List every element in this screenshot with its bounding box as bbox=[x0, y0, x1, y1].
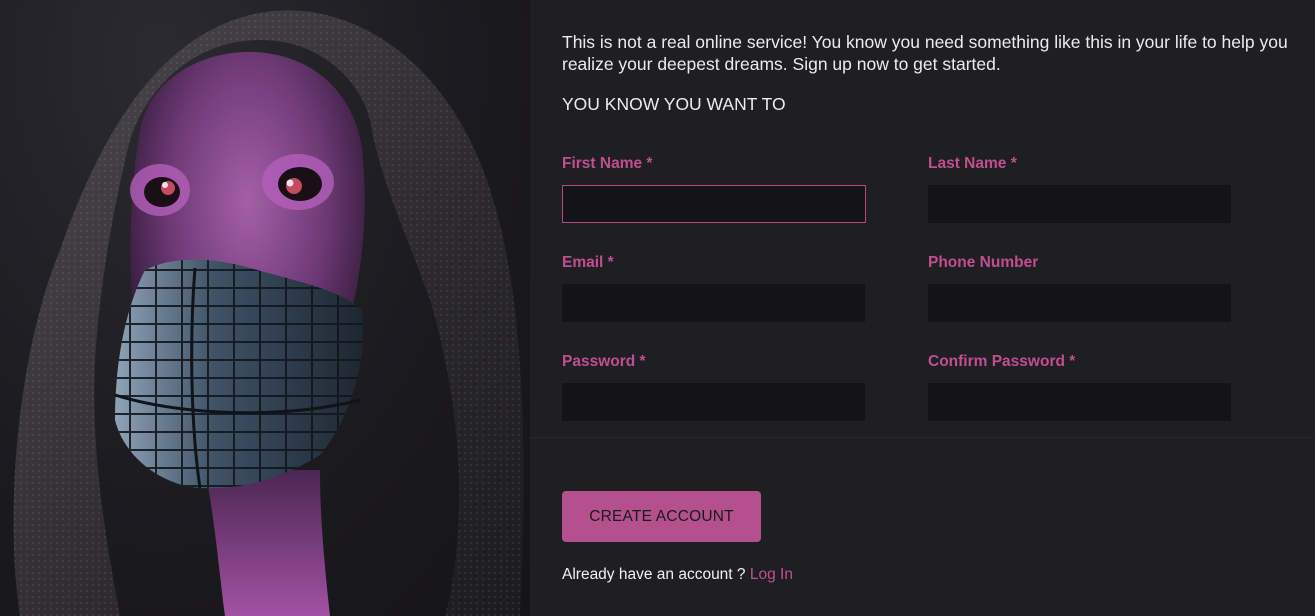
intro-text: This is not a real online service! You k… bbox=[562, 32, 1288, 74]
create-account-button[interactable]: CREATE ACCOUNT bbox=[562, 491, 761, 542]
phone-group: Phone Number bbox=[928, 254, 1231, 322]
form-divider bbox=[530, 437, 1315, 438]
last-name-label: Last Name * bbox=[928, 155, 1017, 172]
email-label: Email * bbox=[562, 254, 614, 271]
login-prompt: Already have an account ? Log In bbox=[562, 566, 793, 584]
confirm-password-input[interactable] bbox=[928, 383, 1231, 421]
last-name-input[interactable] bbox=[928, 185, 1231, 223]
hooded-figure-illustration bbox=[13, 10, 524, 616]
login-link[interactable]: Log In bbox=[750, 566, 793, 583]
password-label: Password * bbox=[562, 353, 646, 370]
first-name-input[interactable] bbox=[562, 185, 866, 223]
hero-illustration bbox=[0, 0, 530, 616]
first-name-group: First Name * bbox=[562, 155, 866, 223]
confirm-password-label: Confirm Password * bbox=[928, 353, 1076, 370]
last-name-group: Last Name * bbox=[928, 155, 1231, 223]
signup-form-panel: This is not a real online service! You k… bbox=[530, 0, 1315, 616]
password-group: Password * bbox=[562, 353, 865, 421]
signup-page: This is not a real online service! You k… bbox=[0, 0, 1315, 616]
confirm-password-group: Confirm Password * bbox=[928, 353, 1231, 421]
phone-label: Phone Number bbox=[928, 254, 1039, 271]
email-input[interactable] bbox=[562, 284, 865, 322]
password-input[interactable] bbox=[562, 383, 865, 421]
tagline: YOU KNOW YOU WANT TO bbox=[562, 94, 786, 114]
login-prompt-text: Already have an account ? bbox=[562, 566, 750, 583]
phone-input[interactable] bbox=[928, 284, 1231, 322]
email-group: Email * bbox=[562, 254, 865, 322]
first-name-label: First Name * bbox=[562, 155, 653, 172]
